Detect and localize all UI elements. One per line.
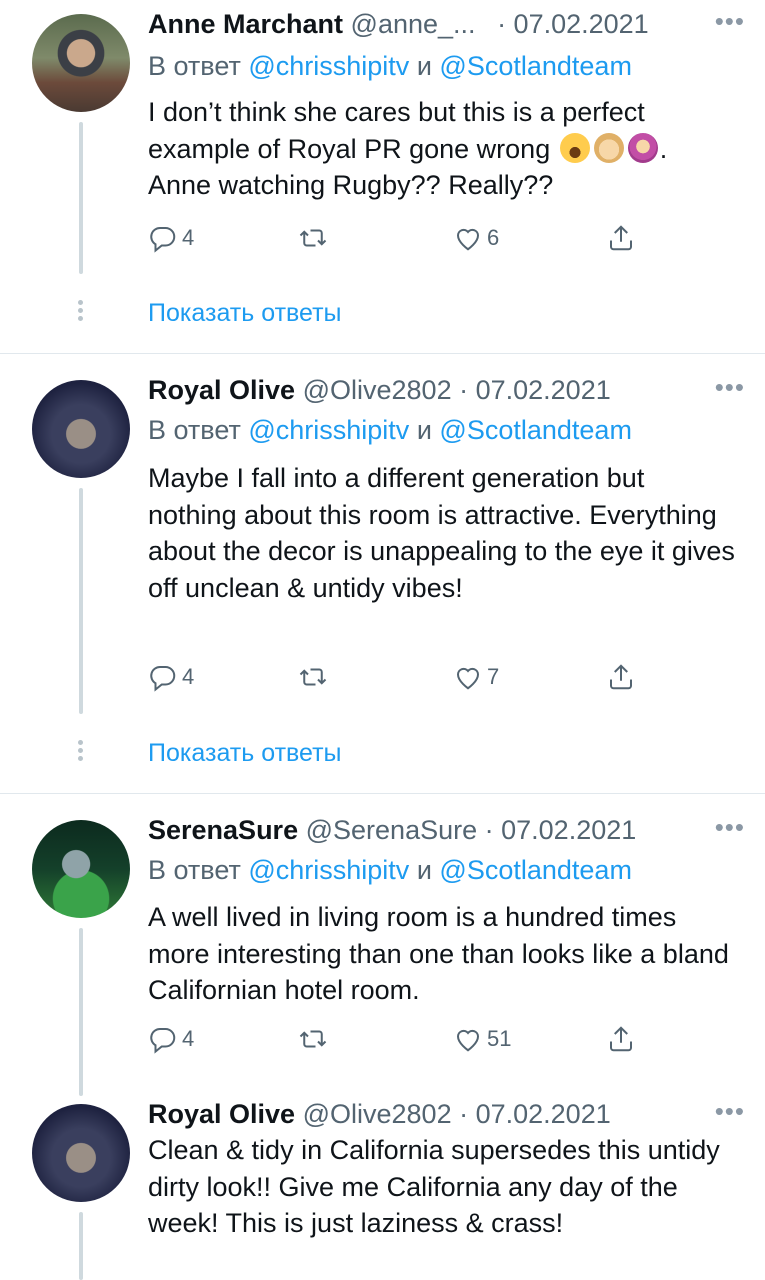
share-button[interactable]	[606, 657, 636, 697]
tweet-header: Royal Olive @Olive2802 · 07.02.2021 •••	[148, 372, 745, 408]
tweet-text-line: I don’t think she cares but this is a pe…	[148, 97, 645, 127]
tweet-text-fragment: .	[659, 133, 668, 164]
retweet-icon	[299, 668, 327, 686]
tweet-date[interactable]: · 07.02.2021	[459, 1099, 611, 1129]
thread-dots	[78, 740, 84, 764]
show-replies-link[interactable]: Показать ответы	[148, 296, 342, 330]
facepalm-emoji	[593, 132, 624, 163]
tweet-header: Anne Marchant @anne_... · 07.02.2021 •••	[148, 6, 745, 42]
more-icon[interactable]: •••	[715, 6, 745, 36]
tweet-date[interactable]: · 07.02.2021	[485, 815, 637, 845]
retweet-icon	[299, 1030, 327, 1048]
tweet-header: Royal Olive @Olive2802 · 07.02.2021 •••	[148, 1096, 745, 1132]
user-handle[interactable]: @SerenaSure	[306, 815, 478, 845]
avatar[interactable]	[32, 14, 130, 112]
thread-line	[79, 1212, 83, 1280]
user-handle[interactable]: @anne_...	[351, 9, 476, 39]
mention-link[interactable]: @Scotlandteam	[439, 855, 632, 885]
tweet-header: SerenaSure @SerenaSure · 07.02.2021 •••	[148, 812, 745, 848]
more-icon[interactable]: •••	[715, 1096, 745, 1126]
avatar[interactable]	[32, 1104, 130, 1202]
reply-button[interactable]: 4	[148, 1019, 194, 1059]
heart-icon	[456, 667, 480, 690]
tweet-date[interactable]: · 07.02.2021	[497, 9, 649, 39]
reply-button[interactable]: 4	[148, 657, 194, 697]
share-icon	[610, 1026, 632, 1052]
avatar[interactable]	[32, 820, 130, 918]
mention-link[interactable]: @chrisshipitv	[248, 415, 409, 445]
mention-link[interactable]: @chrisshipitv	[248, 51, 409, 81]
reply-to-prefix: В ответ	[148, 415, 241, 445]
retweet-button[interactable]	[298, 657, 328, 697]
face-with-tears-of-joy-emoji	[559, 132, 590, 163]
like-count: 6	[487, 225, 500, 250]
reply-count: 4	[182, 664, 195, 689]
reply-to: В ответ @chrisshipitv и @Scotlandteam	[148, 48, 632, 84]
mention-link[interactable]: @Scotlandteam	[439, 51, 632, 81]
reply-to: В ответ @chrisshipitv и @Scotlandteam	[148, 852, 632, 888]
tweet-actions: 4 6	[148, 218, 648, 258]
mention-link[interactable]: @chrisshipitv	[248, 855, 409, 885]
retweet-button[interactable]	[298, 218, 328, 258]
user-handle[interactable]: @Olive2802	[303, 375, 452, 405]
like-button[interactable]: 7	[453, 657, 499, 697]
tweet-text: A well lived in living room is a hundred…	[148, 902, 729, 1005]
reply-count: 4	[182, 1026, 195, 1051]
thread-line	[79, 928, 83, 1096]
thread-dots	[78, 300, 84, 324]
shrug-emoji	[627, 132, 658, 163]
user-handle[interactable]: @Olive2802	[303, 1099, 452, 1129]
reply-button[interactable]: 4	[148, 218, 194, 258]
avatar[interactable]	[32, 380, 130, 478]
tweet-text-line: example of Royal PR gone wrong .	[148, 131, 738, 168]
tweet[interactable]: Royal Olive @Olive2802 · 07.02.2021 ••• …	[0, 366, 765, 792]
tweet[interactable]: Royal Olive @Olive2802 · 07.02.2021 ••• …	[0, 1090, 765, 1280]
tweet-date[interactable]: · 07.02.2021	[459, 375, 611, 405]
like-button[interactable]: 6	[453, 218, 499, 258]
thread-line	[79, 488, 83, 714]
tweet-text: I don’t think she cares but this is a pe…	[148, 94, 738, 204]
tweet-actions: 4 51	[148, 1019, 648, 1059]
display-name[interactable]: Royal Olive	[148, 1099, 295, 1129]
display-name[interactable]: Anne Marchant	[148, 9, 343, 39]
retweet-button[interactable]	[298, 1019, 328, 1059]
divider	[0, 353, 765, 354]
heart-icon	[456, 1029, 480, 1052]
more-icon[interactable]: •••	[715, 812, 745, 842]
reply-to-prefix: В ответ	[148, 855, 241, 885]
thread-line	[79, 122, 83, 274]
reply-icon	[150, 666, 176, 692]
display-name[interactable]: SerenaSure	[148, 815, 298, 845]
reply-to: В ответ @chrisshipitv и @Scotlandteam	[148, 412, 632, 448]
reply-icon	[150, 227, 176, 253]
tweet-text: Clean & tidy in California supersedes th…	[148, 1135, 720, 1238]
like-count: 51	[487, 1026, 512, 1051]
like-button[interactable]: 51	[453, 1019, 511, 1059]
tweet-actions: 4 7	[148, 657, 648, 697]
more-icon[interactable]: •••	[715, 372, 745, 402]
reply-to-conj: и	[416, 415, 432, 445]
tweet-text-fragment: example of Royal PR gone wrong	[148, 133, 551, 164]
heart-icon	[456, 228, 480, 251]
share-icon	[610, 225, 632, 251]
like-count: 7	[487, 664, 500, 689]
show-replies-link[interactable]: Показать ответы	[148, 736, 342, 770]
tweet-text-line: Anne watching Rugby?? Really??	[148, 170, 554, 200]
reply-to-conj: и	[416, 51, 432, 81]
tweet[interactable]: SerenaSure @SerenaSure · 07.02.2021 ••• …	[0, 806, 765, 1096]
tweet[interactable]: Anne Marchant @anne_... · 07.02.2021 •••…	[0, 0, 765, 352]
tweet-text: Maybe I fall into a different generation…	[148, 463, 735, 603]
display-name[interactable]: Royal Olive	[148, 375, 295, 405]
reply-icon	[150, 1028, 176, 1054]
share-icon	[610, 664, 632, 690]
retweet-icon	[299, 229, 327, 247]
mention-link[interactable]: @Scotlandteam	[439, 415, 632, 445]
share-button[interactable]	[606, 1019, 636, 1059]
divider	[0, 793, 765, 794]
reply-to-prefix: В ответ	[148, 51, 241, 81]
reply-to-conj: и	[416, 855, 432, 885]
reply-count: 4	[182, 225, 195, 250]
share-button[interactable]	[606, 218, 636, 258]
